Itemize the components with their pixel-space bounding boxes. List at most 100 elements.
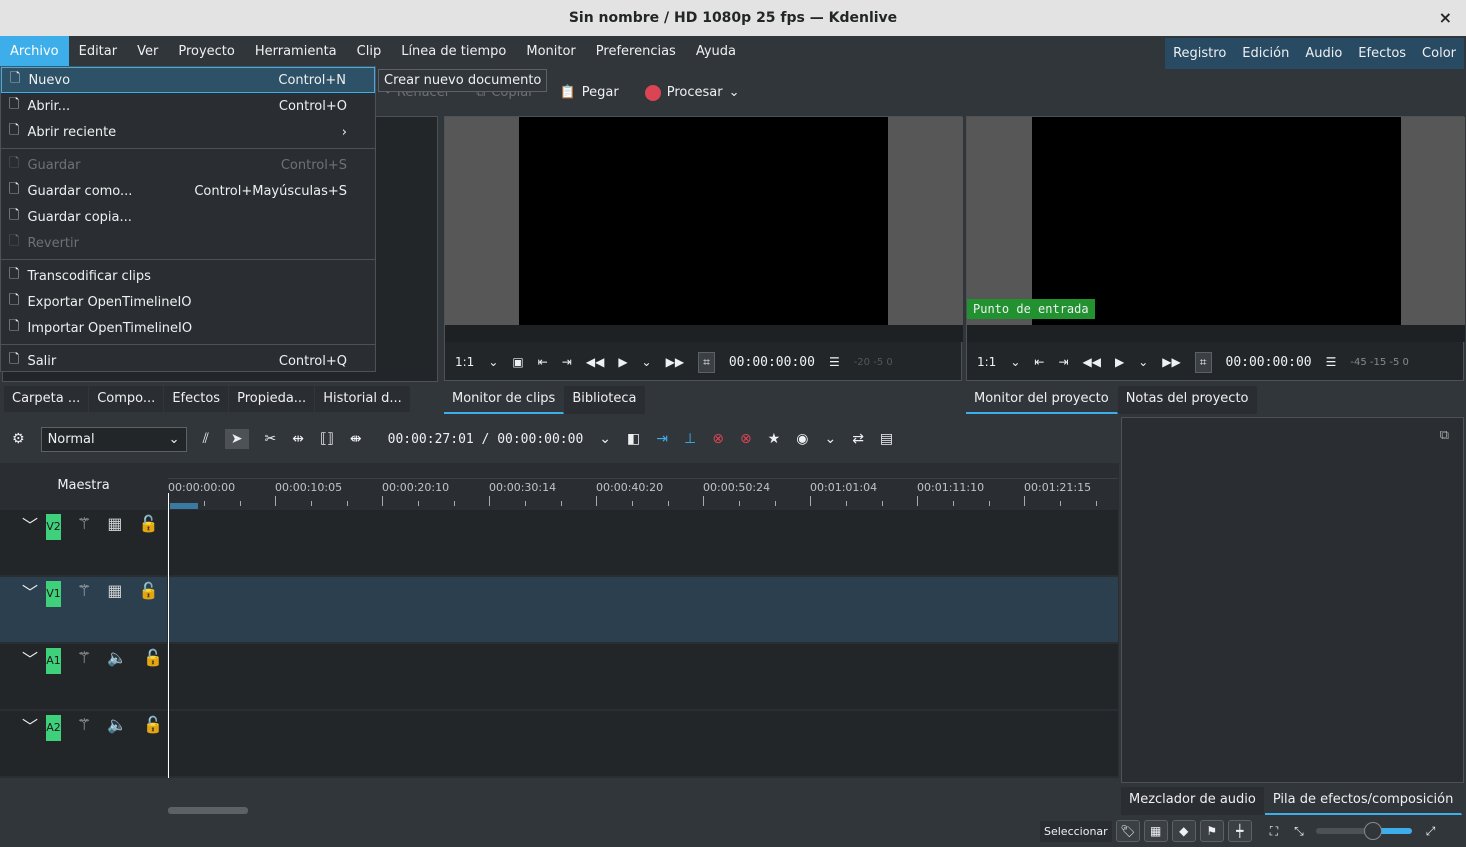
split-view-icon[interactable]: ◧ [627,431,640,447]
menu-5[interactable]: Clip [347,36,392,67]
zoom-out-icon[interactable]: ⤡ [1294,824,1304,839]
collapse-icon[interactable]: ﹀ [22,579,38,603]
collapse-icon[interactable]: ﹀ [22,646,38,670]
record-icon[interactable]: ◉ [796,431,808,447]
menu-1[interactable]: Editar [69,36,128,67]
timeline-timecode[interactable]: 00:00:27:01 / 00:00:00:00 [388,432,584,447]
menu-item-exportar-opentimelineio[interactable]: 🗋 Exportar OpenTimelineIO [1,289,375,315]
menu-item-nuevo[interactable]: 🗋 Nuevo Control+N [1,67,375,93]
chevron-down-icon[interactable]: ⌄ [1010,355,1020,369]
tab[interactable]: Monitor del proyecto [966,386,1118,414]
menu-item-transcodificar-clips[interactable]: 🗋 Transcodificar clips [1,263,375,289]
keyframe-icon[interactable]: ◆ [1171,820,1196,842]
menu-item-importar-opentimelineio[interactable]: 🗋 Importar OpenTimelineIO [1,315,375,341]
menu-8[interactable]: Preferencias [586,36,686,67]
playhead[interactable] [168,493,169,778]
menu-9[interactable]: Ayuda [686,36,746,67]
timecode[interactable]: 00:00:00:00 [729,355,815,370]
multicam-icon[interactable]: ⇼ [350,431,362,447]
marker-icon[interactable]: ┿ [1227,820,1252,842]
lock-icon[interactable]: 🔓 [143,715,163,734]
play-icon[interactable]: ▶ [618,355,627,369]
set-in-icon[interactable]: ⇤ [1034,355,1044,369]
menu-item-abrir-reciente[interactable]: 🗋 Abrir reciente › [1,119,375,145]
razor-icon[interactable]: ✂ [265,431,277,447]
track-header-V2[interactable]: ﹀ V2 ⚚ ▦ 🔓 [0,510,167,575]
settings-icon[interactable]: ⚙ [12,431,25,447]
effects-icon[interactable]: ⚚ [77,514,91,533]
mixer-icon[interactable]: ⇄ [852,431,864,447]
select-tool-icon[interactable]: ➤ [224,429,249,449]
lock-icon[interactable]: 🔓 [138,514,158,533]
tab[interactable]: Biblioteca [564,386,646,414]
tab[interactable]: Historial d... [315,386,411,412]
track-A1[interactable] [168,644,1118,709]
lock-icon[interactable]: 🔓 [143,648,163,667]
rewind-icon[interactable]: ◀◀ [586,355,604,369]
timeline-ruler[interactable]: 00:00:00:00 00:00:10:05 00:00:20:10 00:00:3… [168,478,1118,508]
slip-icon[interactable]: ⇹ [292,431,304,447]
timeline-scrollbar[interactable] [168,807,248,814]
lift-icon[interactable]: ⊗ [712,431,724,447]
film-icon[interactable]: ▦ [1143,820,1168,842]
speaker-icon[interactable]: 🔈 [107,715,127,734]
tag-icon[interactable]: 🏷 [1115,820,1140,842]
menu-4[interactable]: Herramienta [245,36,347,67]
mode-tab[interactable]: Color [1414,38,1464,69]
track-header-V1[interactable]: ﹀ V1 ⚚ ▦ 🔓 [0,577,167,642]
effects-icon[interactable]: ⚚ [77,715,91,734]
menu-item-guardar-copia-[interactable]: 🗋 Guardar copia... [1,204,375,230]
track-V1[interactable] [168,577,1118,642]
insert-icon[interactable]: ⇥ [656,431,668,447]
zoom-slider[interactable] [1315,822,1412,840]
ripple-icon[interactable]: ⟦⟧ [320,431,334,447]
menu-icon[interactable]: ☰ [829,355,840,369]
mode-tab[interactable]: Registro [1165,38,1234,69]
paste-button[interactable]: 📋 Pegar [560,85,619,100]
tab[interactable]: Mezclador de audio [1121,787,1265,815]
project-monitor-ruler[interactable] [967,325,1465,342]
zoom-select[interactable]: 1:1 [455,355,474,369]
chevron-down-icon[interactable]: ⌄ [729,85,740,100]
tab[interactable]: Propieda... [229,386,316,412]
lock-icon[interactable]: 🔓 [138,581,158,600]
mode-tab[interactable]: Audio [1297,38,1350,69]
timecode[interactable]: 00:00:00:00 [1226,355,1312,370]
tab[interactable]: Notas del proyecto [1117,386,1258,414]
crop-icon[interactable]: ⌗ [1194,351,1212,373]
composite-mode-select[interactable]: Normal ⌄ [40,426,187,452]
mode-tab[interactable]: Efectos [1350,38,1414,69]
set-out-icon[interactable]: ⇥ [1058,355,1068,369]
forward-icon[interactable]: ▶▶ [666,355,684,369]
menu-item-guardar-como-[interactable]: 🗋 Guardar como... Control+Mayúsculas+S [1,178,375,204]
play-icon[interactable]: ▶ [1115,355,1124,369]
zoom-select[interactable]: 1:1 [977,355,996,369]
effects-icon[interactable]: ⚚ [77,648,91,667]
rewind-icon[interactable]: ◀◀ [1083,355,1101,369]
menu-3[interactable]: Proyecto [168,36,245,67]
spacer-icon[interactable]: ⫽ [203,431,209,447]
undock-icon[interactable]: ⧉ [1440,428,1449,443]
menu-item-revertir[interactable]: 🗋 Revertir [1,230,375,256]
chevron-down-icon[interactable]: ⌄ [488,355,498,369]
tab[interactable]: Pila de efectos/composición [1264,787,1463,815]
speaker-icon[interactable]: 🔈 [107,648,127,667]
subtitle-icon[interactable]: ▤ [880,431,893,447]
chevron-down-icon[interactable]: ⌄ [1138,355,1148,369]
chevron-down-icon[interactable]: ⌄ [599,431,611,447]
film-icon[interactable]: ▦ [107,581,122,600]
menu-6[interactable]: Línea de tiempo [391,36,516,67]
effects-icon[interactable]: ⚚ [77,581,91,600]
track-A2[interactable] [168,711,1118,776]
menu-item-salir[interactable]: 🗋 Salir Control+Q [1,348,375,374]
flag-icon[interactable]: ⚑ [1199,820,1224,842]
mode-tab[interactable]: Edición [1234,38,1297,69]
set-in-icon[interactable]: ⇤ [538,355,548,369]
collapse-icon[interactable]: ﹀ [22,512,38,536]
fit-zoom-icon[interactable]: ⛶ [1270,824,1278,839]
track-header-A1[interactable]: ﹀ A1 ⚚ 🔈 🔓 [0,644,167,709]
film-icon[interactable]: ▦ [107,514,122,533]
close-icon[interactable]: × [1439,0,1452,36]
menu-item-guardar[interactable]: 🗋 Guardar Control+S [1,152,375,178]
menu-2[interactable]: Ver [127,36,168,67]
